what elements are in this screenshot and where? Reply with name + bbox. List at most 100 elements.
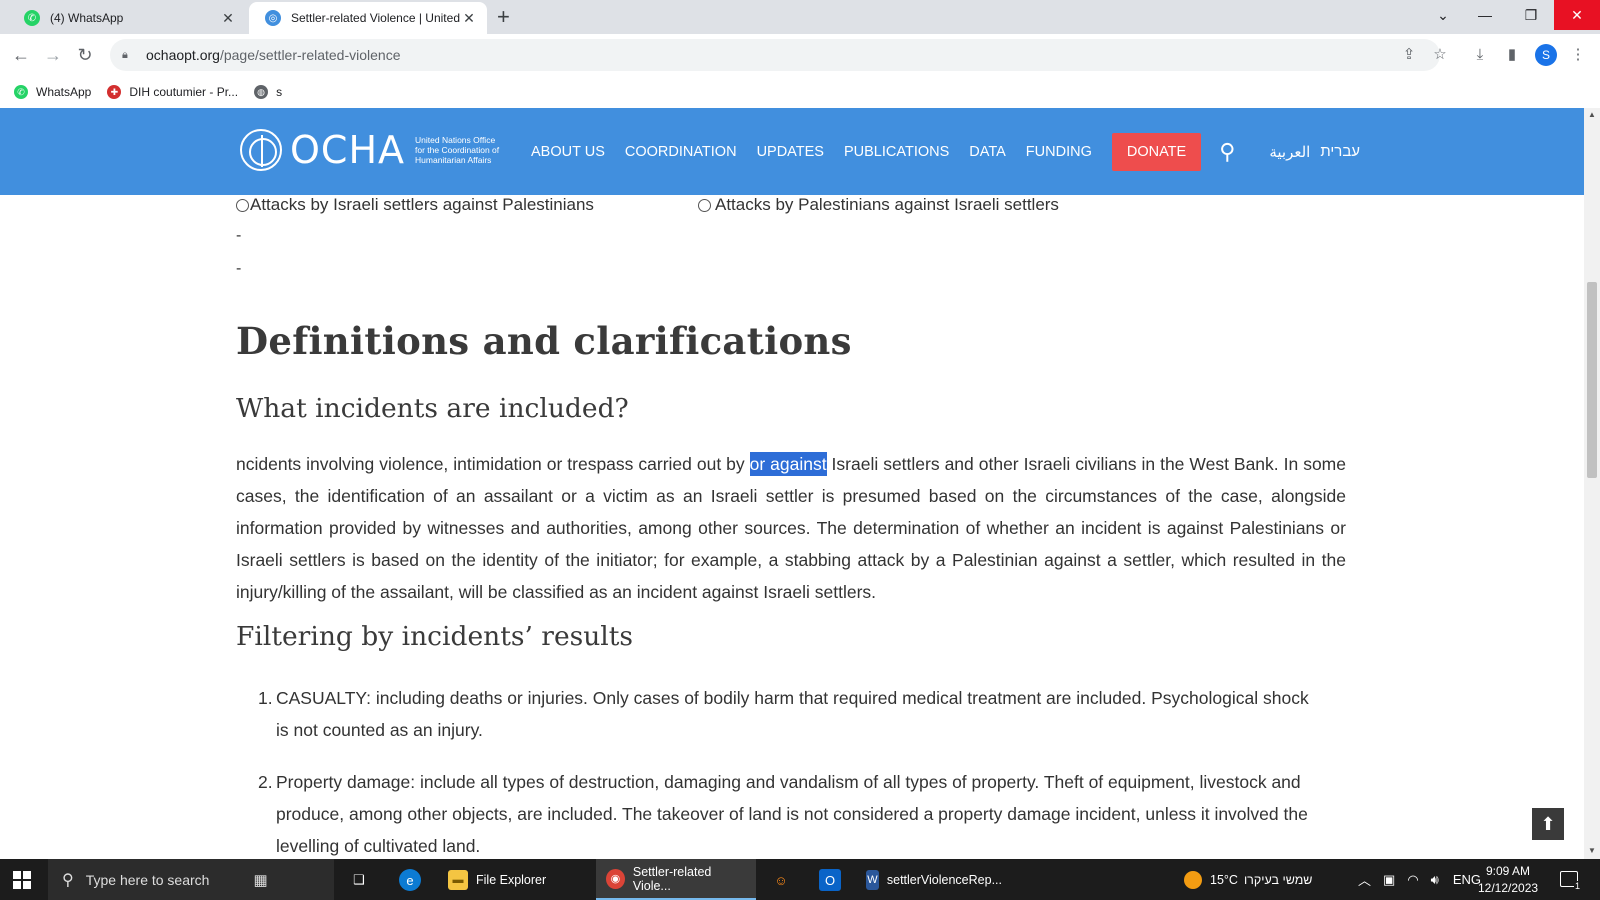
- section-heading-included: What incidents are included?: [236, 393, 629, 424]
- radio-label: Attacks by Israeli settlers against Pale…: [250, 195, 594, 214]
- selected-text-highlight[interactable]: or against: [749, 452, 827, 476]
- clock-time: 9:09 AM: [1485, 864, 1531, 878]
- nav-funding[interactable]: FUNDING: [1026, 144, 1092, 160]
- section-heading-filtering: Filtering by incidents’ results: [236, 621, 634, 652]
- close-window-icon[interactable]: ✕: [1554, 0, 1600, 30]
- nav-publications[interactable]: PUBLICATIONS: [844, 144, 949, 160]
- dash-placeholder: -: [236, 227, 242, 244]
- lang-hebrew-link[interactable]: עברית: [1320, 143, 1360, 160]
- nav-updates[interactable]: UPDATES: [757, 144, 824, 160]
- notification-count: 1: [1573, 881, 1581, 891]
- meet-icon[interactable]: ▣: [1383, 872, 1395, 888]
- para-text: ncidents involving violence, intimidatio…: [236, 454, 750, 474]
- system-tray: ︿ ▣ ◠ 🔊︎ ENG: [1358, 859, 1481, 900]
- list-item: 2. Property damage: include all types of…: [258, 766, 1326, 862]
- scroll-down-icon[interactable]: ▼: [1584, 846, 1600, 855]
- included-paragraph: ncidents involving violence, intimidatio…: [236, 448, 1346, 608]
- edge-icon[interactable]: e: [399, 869, 421, 891]
- logo-subtitle: United Nations Office for the Coordinati…: [415, 135, 500, 165]
- list-number: 1.: [258, 688, 273, 708]
- menu-kebab-icon[interactable]: ⋮: [1566, 43, 1590, 67]
- bookmarks-bar: ✆ WhatsApp ✚ DIH coutumier - Pr... ◍ s: [0, 76, 1600, 108]
- nav-data[interactable]: DATA: [969, 144, 1006, 160]
- taskbar-word[interactable]: W settlerViolenceRep...: [856, 859, 1012, 900]
- weather-widget[interactable]: 15°C שמשי בעיקרו: [1184, 859, 1312, 900]
- clock-date: 12/12/2023: [1478, 881, 1539, 895]
- wifi-icon[interactable]: ◠: [1407, 872, 1418, 888]
- side-panel-icon[interactable]: ▮: [1500, 43, 1524, 67]
- minimize-icon[interactable]: —: [1462, 0, 1508, 30]
- download-icon[interactable]: ⤓: [1468, 43, 1492, 67]
- reload-icon[interactable]: ↻: [73, 43, 97, 67]
- forward-icon[interactable]: →: [41, 43, 65, 67]
- bookmark-label: DIH coutumier - Pr...: [129, 85, 239, 99]
- taskbar-app-label: File Explorer: [476, 872, 547, 887]
- restore-icon[interactable]: ❐: [1508, 0, 1554, 30]
- new-tab-icon[interactable]: +: [497, 6, 510, 28]
- radio-circle-icon: [698, 198, 711, 212]
- back-icon[interactable]: ←: [9, 43, 33, 67]
- share-icon[interactable]: ⇪: [1397, 43, 1421, 67]
- lang-arabic-link[interactable]: العربية: [1269, 143, 1310, 161]
- news-widget-icon[interactable]: ▦: [253, 871, 267, 889]
- search-icon[interactable]: ⚲: [1219, 139, 1235, 165]
- taskbar-chrome[interactable]: ◉ Settler-related Viole...: [596, 859, 756, 900]
- taskbar-search-box[interactable]: ⚲ Type here to search ▦: [48, 859, 334, 900]
- un-emblem-icon: [240, 129, 282, 171]
- page-title: Definitions and clarifications: [236, 319, 852, 363]
- taskbar-file-explorer[interactable]: ▬ File Explorer: [438, 859, 586, 900]
- url-path: /page/settler-related-violence: [219, 47, 401, 63]
- close-tab-icon[interactable]: ✕: [220, 10, 236, 27]
- list-number: 2.: [258, 772, 273, 792]
- list-item: 1. CASUALTY: including deaths or injurie…: [258, 682, 1326, 746]
- tab-title: (4) WhatsApp: [50, 11, 124, 25]
- bookmark-whatsapp[interactable]: ✆ WhatsApp: [14, 85, 91, 99]
- windows-taskbar: ⚲ Type here to search ▦ ❑ e ▬ File Explo…: [0, 859, 1600, 900]
- word-icon: W: [866, 869, 879, 890]
- ocha-logo[interactable]: OCHA United Nations Office for the Coord…: [240, 128, 507, 172]
- tab-whatsapp[interactable]: ✆ (4) WhatsApp ✕: [8, 2, 246, 34]
- volume-icon[interactable]: 🔊︎: [1431, 872, 1439, 888]
- dash-placeholder: -: [236, 260, 242, 277]
- page-scrollbar[interactable]: ▲ ▼: [1584, 108, 1600, 859]
- scroll-up-icon[interactable]: ▲: [1584, 110, 1600, 119]
- list-text: CASUALTY: including deaths or injuries. …: [276, 688, 1309, 740]
- nav-about-us[interactable]: ABOUT US: [531, 144, 605, 160]
- back-to-top-icon[interactable]: ⬆: [1532, 808, 1564, 840]
- whatsapp-icon: ✆: [24, 10, 40, 26]
- windows-start-icon[interactable]: [13, 871, 31, 889]
- folder-icon: ▬: [448, 869, 468, 890]
- messaging-app-icon[interactable]: ☺: [770, 869, 792, 891]
- chevron-up-icon[interactable]: ︿: [1358, 870, 1371, 889]
- tab-settler-violence[interactable]: ◎ Settler-related Violence | United ✕: [249, 2, 487, 34]
- notification-center-icon[interactable]: 1: [1560, 871, 1581, 891]
- address-bar[interactable]: 🔒︎ ochaopt.org/page/settler-related-viol…: [110, 39, 1440, 71]
- bookmark-star-icon[interactable]: ☆: [1428, 43, 1452, 67]
- close-tab-icon[interactable]: ✕: [461, 10, 477, 27]
- weather-temp: 15°C: [1210, 872, 1238, 887]
- task-view-icon[interactable]: ❑: [348, 869, 370, 891]
- radio-palestinians-against-settlers[interactable]: Attacks by Palestinians against Israeli …: [698, 195, 1059, 215]
- scroll-thumb[interactable]: [1587, 282, 1597, 478]
- bookmark-label: s: [276, 85, 283, 99]
- nav-coordination[interactable]: COORDINATION: [625, 144, 737, 160]
- radio-settlers-against-palestinians[interactable]: Attacks by Israeli settlers against Pale…: [236, 195, 594, 215]
- bookmark-label: WhatsApp: [36, 85, 92, 99]
- tab-title: Settler-related Violence | United: [291, 11, 460, 25]
- screen: ✆ (4) WhatsApp ✕ ◎ Settler-related Viole…: [0, 0, 1600, 900]
- outlook-icon[interactable]: O: [819, 869, 841, 891]
- whatsapp-icon: ✆: [14, 85, 28, 99]
- bookmark-dih[interactable]: ✚ DIH coutumier - Pr...: [107, 85, 238, 99]
- tab-search-icon[interactable]: ⌄: [1420, 0, 1466, 30]
- radio-circle-icon: [236, 198, 249, 212]
- lock-icon: 🔒︎: [122, 48, 128, 61]
- donate-button[interactable]: DONATE: [1111, 132, 1202, 171]
- list-text: Property damage: include all types of de…: [276, 772, 1308, 856]
- bookmark-s[interactable]: ◍ s: [254, 85, 282, 99]
- radio-label: Attacks by Palestinians against Israeli …: [715, 195, 1059, 214]
- input-language[interactable]: ENG: [1453, 872, 1481, 887]
- taskbar-app-label: Settler-related Viole...: [632, 864, 712, 893]
- main-nav: ABOUT US COORDINATION UPDATES PUBLICATIO…: [531, 108, 1370, 195]
- profile-avatar[interactable]: S: [1535, 44, 1557, 66]
- taskbar-clock[interactable]: 9:09 AM 12/12/2023: [1478, 863, 1538, 897]
